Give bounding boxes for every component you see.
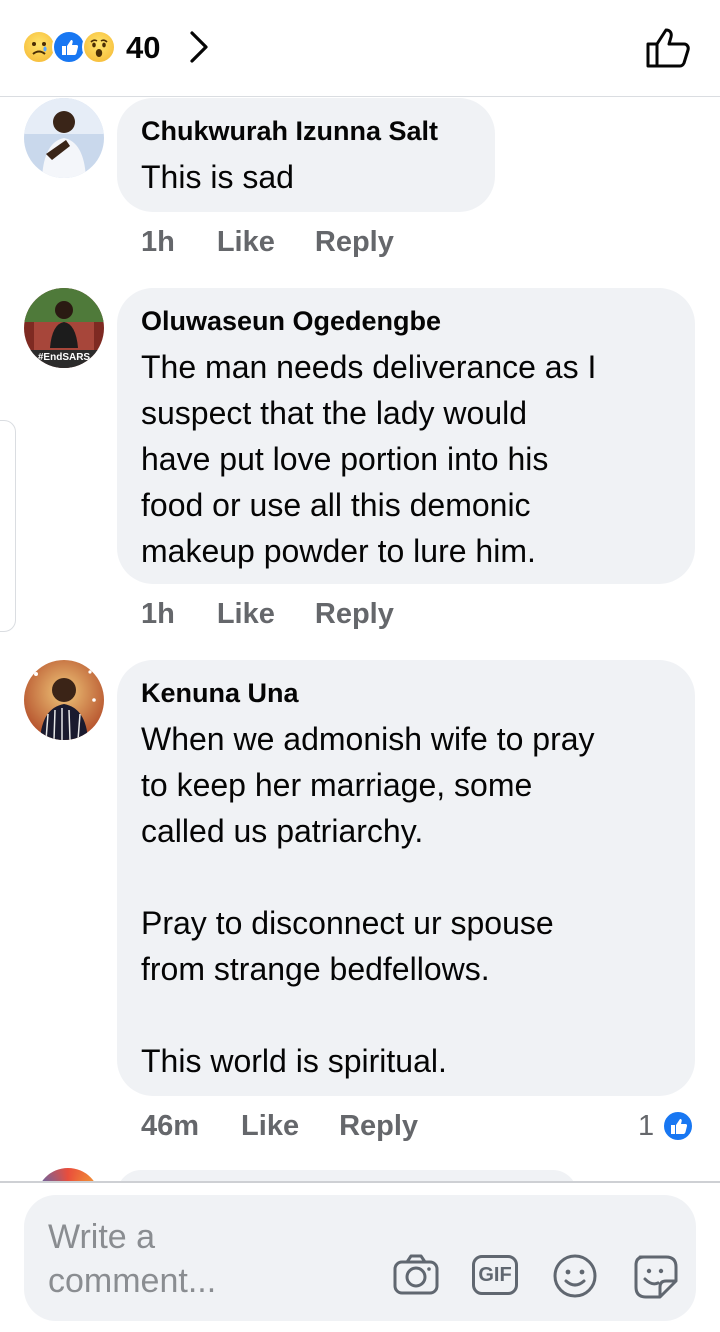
avatar[interactable] [24,660,104,740]
avatar[interactable]: #EndSARS [24,288,104,368]
like-button[interactable]: Like [241,1110,299,1143]
comment-bubble[interactable]: Chukwurah Izunna Salt This is sad [117,98,495,212]
like-reaction-icon [662,1110,694,1142]
gif-label: GIF [478,1264,512,1286]
sad-reaction-icon [22,30,56,64]
like-post-icon[interactable] [644,26,692,70]
comment-author[interactable]: Oluwaseun Ogedengbe [141,304,671,338]
comment-actions: 1h Like Reply [141,598,434,631]
comment-placeholder[interactable]: Write a comment... [48,1215,268,1303]
like-button[interactable]: Like [217,226,275,259]
reply-button[interactable]: Reply [315,226,394,259]
gif-icon[interactable]: GIF [472,1255,518,1295]
comment-time: 46m [141,1110,200,1142]
comment-reaction-count: 1 [638,1110,655,1142]
emoji-icon[interactable] [552,1253,598,1299]
comment-text: When we admonish wife to pray to keep he… [141,721,595,1079]
like-reaction-icon [52,30,86,64]
reply-button[interactable]: Reply [315,598,394,631]
reaction-count[interactable]: 40 [126,30,160,66]
comment-bubble[interactable]: Oluwaseun Ogedengbe The man needs delive… [117,288,695,584]
comment-text: This is sad [141,159,294,195]
comment-time: 1h [141,226,175,258]
avatar[interactable] [24,98,104,178]
wow-reaction-icon [82,30,116,64]
comment-actions: 1h Like Reply [141,226,434,259]
comment-author[interactable]: Chukwurah Izunna Salt [141,114,471,148]
camera-icon[interactable] [392,1253,440,1297]
reactions-header: 40 [0,0,720,97]
sticker-icon[interactable] [632,1253,680,1301]
comment-actions: 46m Like Reply [141,1110,458,1143]
comment-input[interactable]: Write a comment... GIF [24,1195,696,1321]
side-drawer-handle[interactable] [0,420,16,632]
comment-bubble[interactable]: Kenuna Una When we admonish wife to pray… [117,660,695,1096]
reply-button[interactable]: Reply [339,1110,418,1143]
avatar-badge-text: #EndSARS [38,352,91,363]
chevron-right-icon[interactable] [186,30,212,64]
comment-composer: Write a comment... GIF [0,1181,720,1332]
comment-author[interactable]: Kenuna Una [141,676,671,710]
comment-time: 1h [141,598,175,630]
like-button[interactable]: Like [217,598,275,631]
comment-text: The man needs deliverance as I suspect t… [141,349,597,569]
reaction-summary[interactable] [22,30,142,64]
